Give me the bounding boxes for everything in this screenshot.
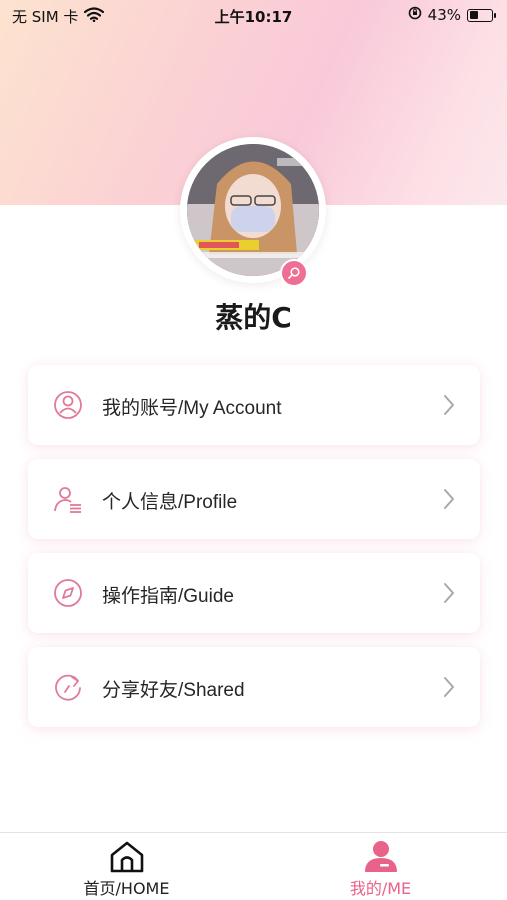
status-bar: 无 SIM 卡 上午10:17 43% bbox=[0, 0, 507, 30]
menu-label: 操作指南/Guide bbox=[102, 586, 234, 607]
menu-item-my-account[interactable]: 我的账号/My Account bbox=[28, 365, 480, 445]
user-list-icon bbox=[52, 483, 84, 515]
battery-percent: 43% bbox=[427, 6, 461, 24]
menu-item-guide[interactable]: 操作指南/Guide bbox=[28, 553, 480, 633]
tab-home[interactable]: 首页/HOME bbox=[0, 833, 253, 900]
menu-label: 我的账号/My Account bbox=[102, 398, 282, 419]
tab-bar: 首页/HOME 我的/ME bbox=[0, 832, 507, 900]
compass-icon bbox=[52, 577, 84, 609]
username: 蒸的C bbox=[215, 301, 292, 334]
chevron-right-icon bbox=[442, 675, 456, 699]
menu-item-shared[interactable]: 分享好友/Shared bbox=[28, 647, 480, 727]
menu-item-profile[interactable]: 个人信息/Profile bbox=[28, 459, 480, 539]
user-circle-icon bbox=[52, 389, 84, 421]
avatar[interactable] bbox=[187, 144, 319, 276]
tab-me[interactable]: 我的/ME bbox=[254, 833, 507, 900]
chevron-right-icon bbox=[442, 393, 456, 417]
search-icon bbox=[288, 267, 300, 279]
battery-level bbox=[469, 11, 479, 19]
avatar-photo bbox=[187, 144, 319, 276]
tab-home-label: 首页/HOME bbox=[83, 879, 170, 898]
chevron-right-icon bbox=[442, 581, 456, 605]
home-icon bbox=[109, 840, 145, 874]
menu-label: 个人信息/Profile bbox=[102, 492, 238, 513]
user-icon bbox=[363, 840, 399, 874]
menu-label: 分享好友/Shared bbox=[102, 680, 245, 701]
avatar-frame[interactable] bbox=[180, 137, 326, 283]
avatar-search-badge[interactable] bbox=[280, 259, 308, 287]
chevron-right-icon bbox=[442, 487, 456, 511]
battery-icon bbox=[467, 8, 496, 22]
tab-me-label: 我的/ME bbox=[349, 879, 412, 898]
share-refresh-icon bbox=[52, 671, 84, 703]
orientation-lock-icon bbox=[408, 6, 422, 24]
